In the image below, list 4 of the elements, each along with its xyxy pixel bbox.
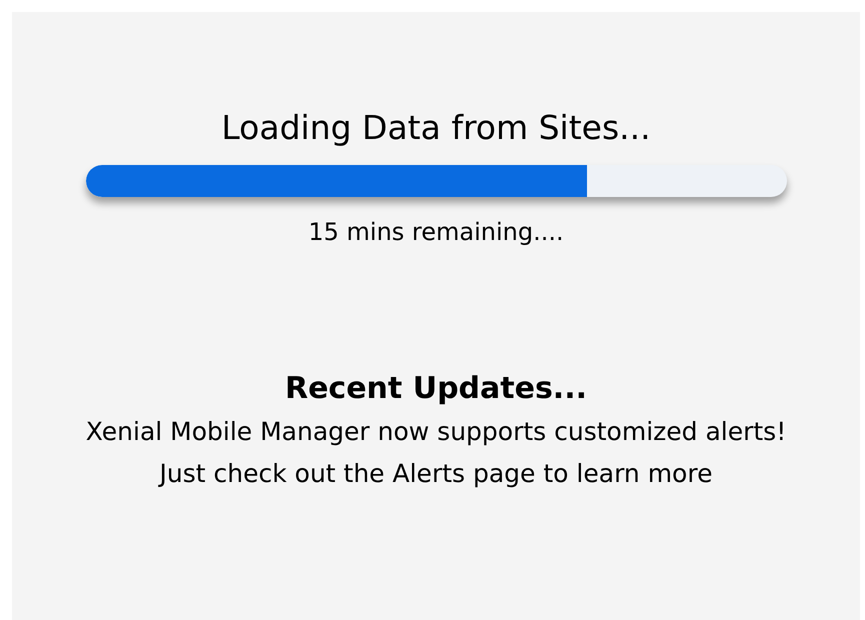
update-message: Xenial Mobile Manager now supports customized alerts! Just check out the Alerts page to learn more: [84, 416, 788, 490]
time-remaining: 15 mins remaining....: [308, 217, 564, 247]
loading-title: Loading Data from Sites...: [221, 108, 651, 148]
updates-heading: Recent Updates...: [284, 370, 587, 408]
